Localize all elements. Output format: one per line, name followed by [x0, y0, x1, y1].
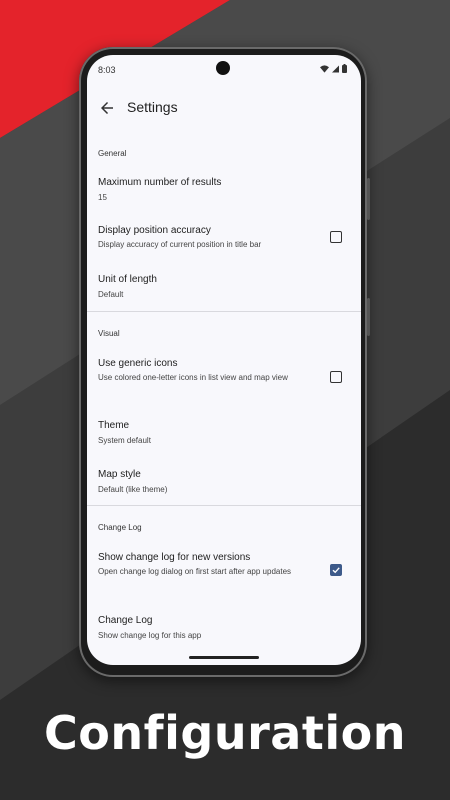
- setting-title: Map style: [98, 469, 141, 480]
- wifi-icon: [320, 64, 329, 73]
- setting-unit-length[interactable]: Unit of length Default: [87, 268, 361, 314]
- power-button: [367, 178, 370, 220]
- phone-screen: 8:03 Settings General Maximum number of …: [87, 55, 361, 665]
- setting-title: Display position accuracy: [98, 225, 211, 236]
- setting-show-changelog[interactable]: Show change log for new versions Open ch…: [87, 546, 361, 596]
- setting-summary: Use colored one-letter icons in list vie…: [98, 373, 288, 382]
- setting-map-style[interactable]: Map style Default (like theme): [87, 463, 361, 507]
- setting-generic-icons[interactable]: Use generic icons Use colored one-letter…: [87, 351, 361, 401]
- setting-changelog[interactable]: Change Log Show change log for this app: [87, 609, 361, 653]
- status-icons: [320, 64, 347, 73]
- generic-icons-checkbox[interactable]: [330, 371, 342, 383]
- setting-summary: 15: [98, 193, 107, 202]
- setting-summary: Open change log dialog on first start af…: [98, 567, 292, 576]
- setting-theme[interactable]: Theme System default: [87, 414, 361, 458]
- setting-title: Theme: [98, 420, 130, 431]
- setting-position-accuracy[interactable]: Display position accuracy Display accura…: [87, 219, 361, 265]
- page-title: Settings: [127, 99, 178, 115]
- setting-summary: Default (like theme): [98, 485, 168, 494]
- status-bar: 8:03: [87, 55, 361, 85]
- checkmark-icon: [332, 567, 340, 574]
- status-time: 8:03: [98, 65, 116, 75]
- section-header-general: General: [98, 149, 127, 158]
- promo-caption: Configuration: [44, 706, 406, 760]
- show-changelog-checkbox[interactable]: [330, 564, 342, 576]
- setting-title: Unit of length: [98, 274, 157, 285]
- signal-icon: [332, 65, 339, 72]
- front-camera: [216, 61, 230, 75]
- app-bar: Settings: [87, 93, 361, 127]
- section-header-visual: Visual: [98, 329, 120, 338]
- gesture-nav-bar[interactable]: [189, 656, 259, 659]
- divider: [87, 311, 361, 312]
- setting-title: Use generic icons: [98, 358, 178, 369]
- setting-title: Show change log for new versions: [98, 552, 251, 563]
- setting-title: Maximum number of results: [98, 177, 222, 188]
- setting-summary: Display accuracy of current position in …: [98, 240, 262, 249]
- back-arrow-icon[interactable]: [98, 99, 116, 117]
- setting-max-results[interactable]: Maximum number of results 15: [87, 171, 361, 215]
- setting-summary: System default: [98, 436, 151, 445]
- setting-summary: Show change log for this app: [98, 631, 202, 640]
- battery-icon: [342, 64, 347, 73]
- position-accuracy-checkbox[interactable]: [330, 231, 342, 243]
- setting-summary: Default: [98, 290, 124, 299]
- volume-button: [367, 298, 370, 336]
- setting-title: Change Log: [98, 615, 153, 626]
- divider: [87, 505, 361, 506]
- section-header-changelog: Change Log: [98, 523, 142, 532]
